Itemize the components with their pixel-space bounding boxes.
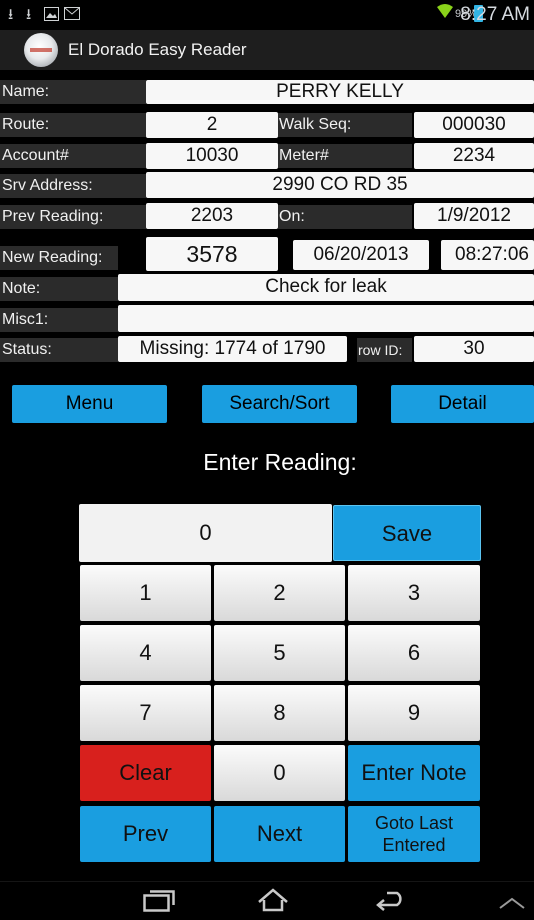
key-7[interactable]: 7 <box>80 685 211 741</box>
download-icon: ⭳ <box>26 6 32 23</box>
new-reading-label: New Reading: <box>0 246 118 270</box>
search-sort-button[interactable]: Search/Sort <box>202 385 357 423</box>
status-bar: ⭳ ⭳ 99% 8:27 AM <box>0 0 534 30</box>
route-label: Route: <box>0 113 146 137</box>
key-2[interactable]: 2 <box>214 565 345 621</box>
account-field: 10030 <box>146 143 278 169</box>
account-label: Account# <box>0 144 146 168</box>
rowid-field: 30 <box>414 336 534 362</box>
prev-button[interactable]: Prev <box>80 806 211 862</box>
status-label: Status: <box>0 338 118 362</box>
name-field: PERRY KELLY <box>146 80 534 104</box>
app-title: El Dorado Easy Reader <box>68 40 247 59</box>
walkseq-label: Walk Seq: <box>278 113 412 137</box>
app-logo-icon[interactable] <box>24 33 58 67</box>
back-icon[interactable] <box>373 890 407 917</box>
chevron-up-icon[interactable] <box>498 896 526 915</box>
goto-last-entered-button[interactable]: Goto Last Entered <box>348 806 480 862</box>
clear-button[interactable]: Clear <box>80 745 211 801</box>
rowid-label: row ID: <box>357 338 412 362</box>
srv-address-field: 2990 CO RD 35 <box>146 172 534 198</box>
key-0[interactable]: 0 <box>214 745 345 801</box>
on-label: On: <box>278 205 412 229</box>
wifi-icon <box>437 4 453 22</box>
route-field: 2 <box>146 112 278 138</box>
name-label: Name: <box>0 80 146 104</box>
walkseq-field: 000030 <box>414 112 534 138</box>
clock: 8:27 AM <box>460 4 530 25</box>
home-icon[interactable] <box>256 888 290 917</box>
menu-button[interactable]: Menu <box>12 385 167 423</box>
key-5[interactable]: 5 <box>214 625 345 681</box>
mail-icon <box>64 7 80 25</box>
key-8[interactable]: 8 <box>214 685 345 741</box>
key-1[interactable]: 1 <box>80 565 211 621</box>
detail-button[interactable]: Detail <box>391 385 534 423</box>
prev-reading-field: 2203 <box>146 203 278 229</box>
key-6[interactable]: 6 <box>348 625 480 681</box>
note-label: Note: <box>0 277 118 301</box>
new-reading-date: 06/20/2013 <box>293 240 429 270</box>
meter-label: Meter# <box>278 144 412 168</box>
prev-date-field: 1/9/2012 <box>414 203 534 229</box>
reading-display: 0 <box>79 504 332 562</box>
new-reading-field[interactable]: 3578 <box>146 237 278 271</box>
recent-apps-icon[interactable] <box>143 890 175 917</box>
save-button[interactable]: Save <box>333 505 481 561</box>
prev-reading-label: Prev Reading: <box>0 205 146 229</box>
srv-address-label: Srv Address: <box>0 174 146 198</box>
next-button[interactable]: Next <box>214 806 345 862</box>
misc1-label: Misc1: <box>0 308 118 332</box>
meter-field: 2234 <box>414 143 534 169</box>
key-9[interactable]: 9 <box>348 685 480 741</box>
status-field: Missing: 1774 of 1790 <box>118 336 347 362</box>
download-icon: ⭳ <box>8 6 14 23</box>
keypad-title: Enter Reading: <box>203 449 357 475</box>
note-field[interactable]: Check for leak <box>118 274 534 301</box>
key-4[interactable]: 4 <box>80 625 211 681</box>
key-3[interactable]: 3 <box>348 565 480 621</box>
new-reading-time: 08:27:06 <box>441 240 534 270</box>
image-icon <box>44 7 59 26</box>
misc1-field[interactable] <box>118 305 534 332</box>
system-nav-bar <box>0 881 534 920</box>
enter-note-button[interactable]: Enter Note <box>348 745 480 801</box>
